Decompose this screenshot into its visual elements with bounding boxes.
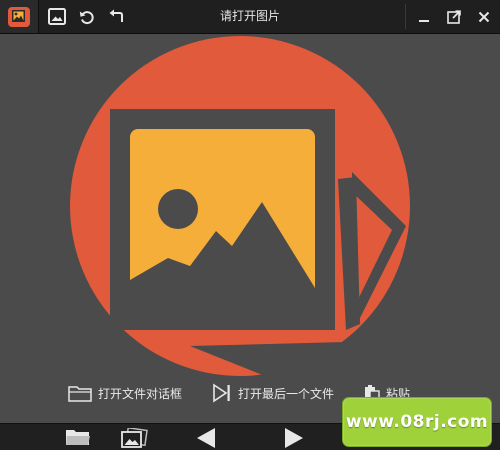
no-image-icon [70,36,410,386]
undo-button[interactable] [104,0,128,33]
open-file-dialog-label: 打开文件对话框 [98,386,183,401]
open-folder-icon [66,430,90,445]
rotate-button[interactable] [75,0,99,33]
rotate-icon [79,10,94,24]
site-watermark: www.08rj.com [342,397,492,447]
window-title: 请打开图片 [219,9,280,23]
slideshow-icon [121,427,148,448]
undo-icon [109,9,123,22]
minimize-button[interactable] [409,0,439,33]
open-recent-file-link[interactable]: 打开最后一个文件 [212,380,334,406]
open-recent-file-label: 打开最后一个文件 [238,386,335,401]
close-icon [478,11,490,22]
play-next-icon [213,383,230,403]
previous-image-button[interactable] [188,424,224,450]
slideshow-button[interactable] [114,424,154,450]
title-separator [405,4,406,29]
close-button[interactable] [469,0,499,33]
app-logo-icon [8,6,30,27]
app-menu-button[interactable] [0,0,39,33]
folder-icon [68,386,92,402]
next-image-button[interactable] [276,424,312,450]
open-file-dialog-link[interactable]: 打开文件对话框 [68,380,182,406]
open-folder-button[interactable] [58,424,98,450]
open-image-illustration [0,34,500,394]
image-viewer-window: 请打开图片 打开文件对话框 打开最后一个文件 粘贴 www.08rj.com [0,0,500,450]
minimize-icon [419,19,429,22]
maximize-button[interactable] [439,0,469,33]
gallery-button[interactable] [44,0,70,33]
next-icon [285,427,303,448]
gallery-icon [48,8,66,25]
previous-icon [197,427,215,448]
title-bar: 请打开图片 [0,0,500,34]
maximize-icon [447,9,461,24]
watermark-text: www.08rj.com [345,412,489,432]
